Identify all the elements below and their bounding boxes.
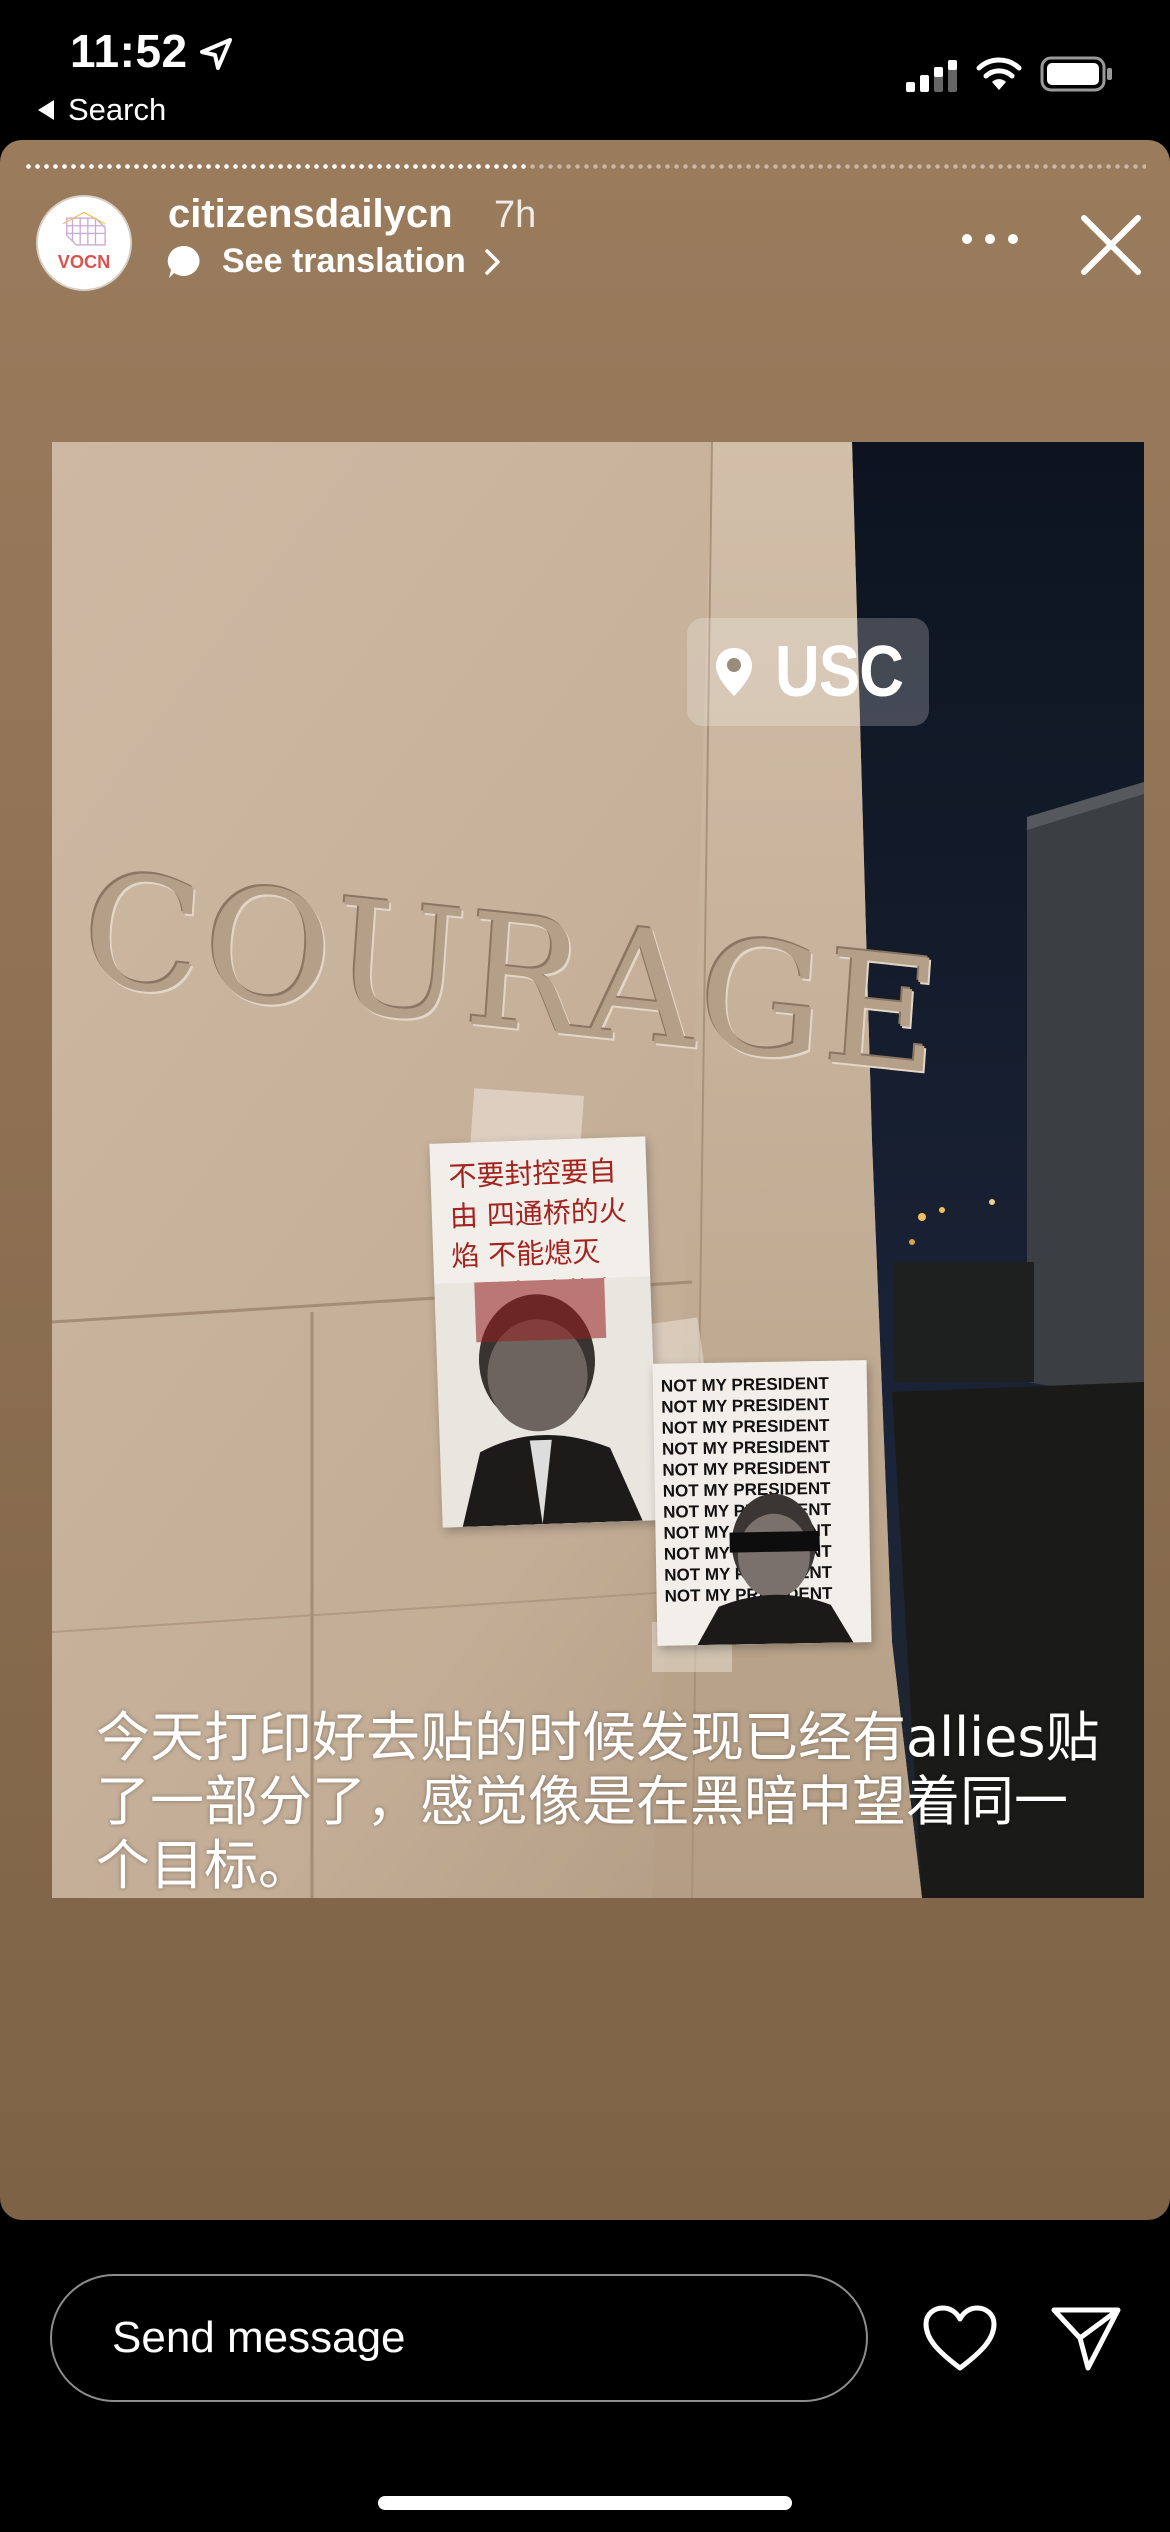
vocn-logo-icon: VOCN <box>38 197 130 289</box>
speech-bubble-icon <box>167 245 200 278</box>
location-arrow-icon <box>200 38 232 70</box>
author-avatar[interactable]: VOCN <box>36 195 132 291</box>
poster-portrait-image <box>434 1276 659 1528</box>
location-sticker[interactable]: USC <box>687 618 929 726</box>
heart-icon[interactable] <box>922 2304 998 2374</box>
protest-poster-chinese: 不要封控要自由 四通桥的火焰 不能熄灭 要罢免独裁者 习近平 <box>429 1136 659 1528</box>
back-to-search-link[interactable]: Search <box>38 92 166 128</box>
send-direct-icon[interactable] <box>1050 2302 1122 2374</box>
status-time: 11:52 <box>70 25 188 77</box>
story-age: 7h <box>494 194 537 236</box>
story-viewer[interactable]: VOCN citizensdailycn 7h See translation <box>0 140 1170 2220</box>
wifi-icon <box>976 57 1022 90</box>
story-username[interactable]: citizensdailycn <box>168 192 453 237</box>
story-caption: 今天打印好去贴的时候发现已经有allies贴了一部分了，感觉像是在黑暗中望着同一… <box>96 1706 1100 1897</box>
send-message-input[interactable] <box>50 2274 868 2402</box>
see-translation-button[interactable]: See translation <box>166 242 504 281</box>
back-arrow-icon <box>38 100 54 120</box>
story-photo: COURAGE USC 不要封控要自由 四通桥的火焰 不能熄灭 要罢免独裁者 习… <box>52 442 1144 1898</box>
location-pin-icon <box>716 648 752 696</box>
back-search-label: Search <box>68 92 167 127</box>
reply-bar <box>0 2220 1170 2532</box>
more-options-icon[interactable] <box>960 232 1020 246</box>
protest-poster-not-my-president: NOT MY PRESIDENT NOT MY PRESIDENT NOT MY P… <box>652 1360 872 1646</box>
cellular-signal-icon <box>906 60 957 92</box>
home-indicator <box>378 2496 792 2510</box>
story-progress-bar <box>24 164 1146 169</box>
avatar-text: VOCN <box>58 252 111 272</box>
see-translation-label: See translation <box>222 242 466 280</box>
status-bar: 11:52 Search <box>0 0 1170 140</box>
battery-icon <box>1040 56 1112 92</box>
poster-censored-portrait-image <box>697 1493 854 1646</box>
chevron-right-icon <box>485 248 500 275</box>
location-sticker-label: USC <box>775 632 904 712</box>
close-icon[interactable] <box>1076 210 1146 280</box>
